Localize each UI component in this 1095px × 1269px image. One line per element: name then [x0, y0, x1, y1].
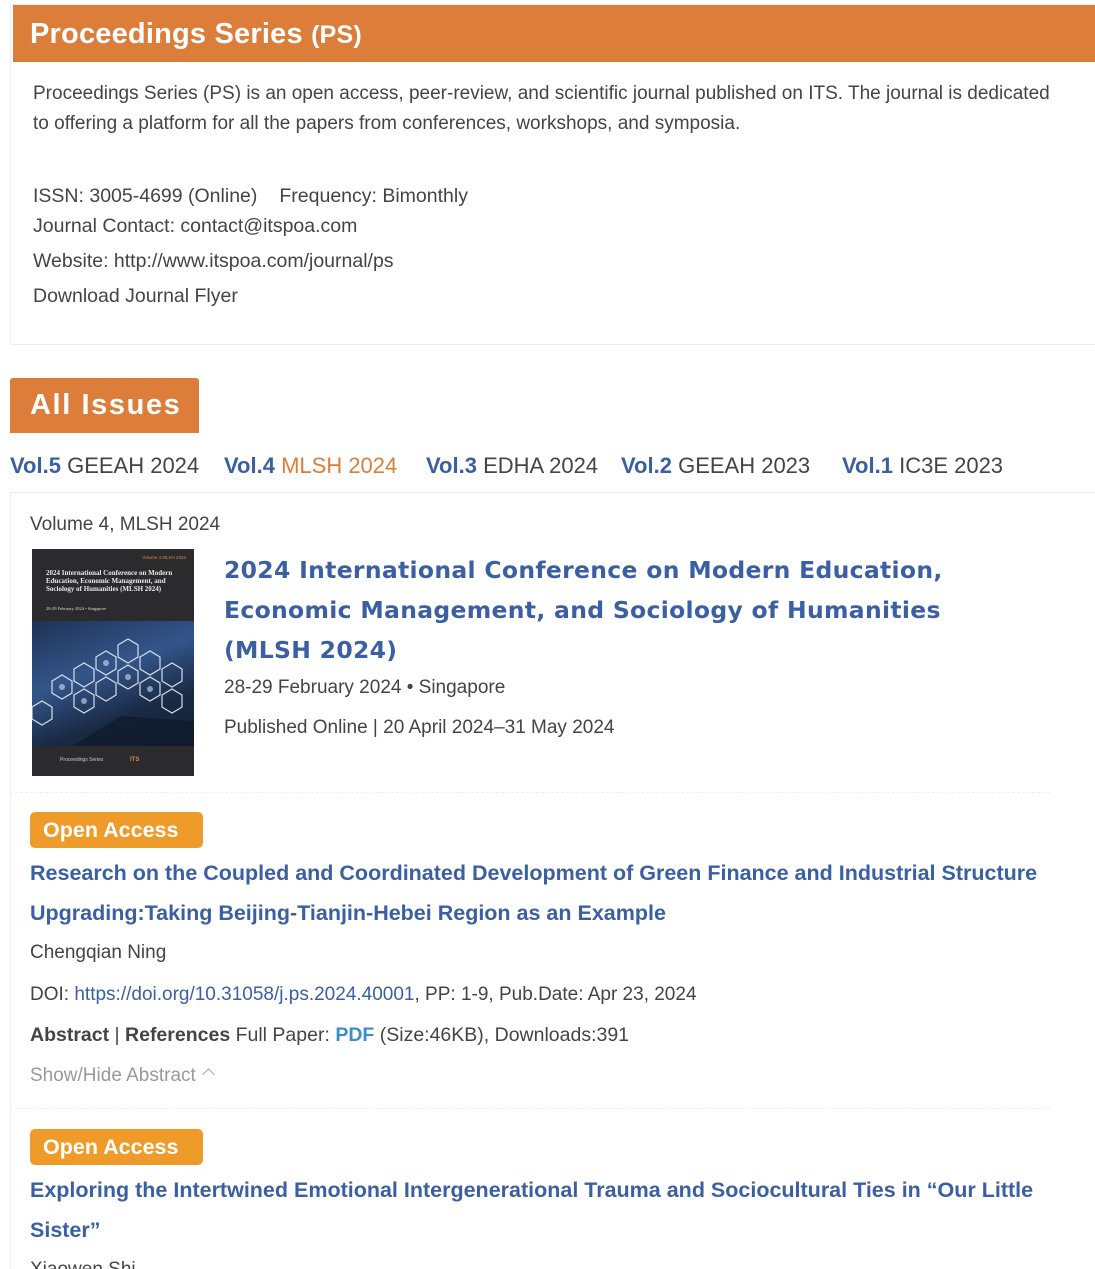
journal-frequency: Frequency: Bimonthly [279, 185, 468, 207]
cover-logo-its: ITS [130, 757, 140, 763]
volume-cover-image[interactable]: Volume 4 MLSH 2024 2024 International Co… [32, 549, 194, 776]
article-author: Chengqian Ning [30, 942, 167, 963]
cover-title: 2024 International Conference on Modern … [46, 569, 173, 593]
pdf-link[interactable]: PDF [335, 1024, 374, 1046]
journal-contact[interactable]: Journal Contact: contact@itspoa.com [33, 215, 357, 238]
open-access-badge: Open Access [30, 1129, 203, 1165]
volume-link-5[interactable]: Vol.5 GEEAH 2024 [10, 453, 199, 479]
cover-top-text: Volume 4 MLSH 2024 [142, 555, 186, 560]
cover-footer [32, 746, 194, 776]
journal-description: Proceedings Series (PS) is an open acces… [33, 83, 1050, 134]
show-hide-abstract-toggle[interactable]: Show/Hide Abstract [30, 1065, 215, 1087]
cover-illustration [32, 621, 194, 746]
divider [10, 792, 1050, 793]
article-title[interactable]: Exploring the Intertwined Emotional Inte… [30, 1170, 1040, 1250]
cover-date: 28-29 February 2024 • Singapore [46, 606, 107, 611]
open-access-badge: Open Access [30, 812, 203, 848]
conference-date-location: 28-29 February 2024 • Singapore [224, 677, 506, 698]
divider [10, 1108, 1050, 1109]
chevron-up-icon [201, 1068, 215, 1081]
cover-logo-proceedings: Proceedings Series [60, 757, 104, 763]
journal-title: Proceedings Series (PS) [30, 18, 362, 50]
article-title[interactable]: Research on the Coupled and Coordinated … [30, 853, 1040, 933]
volume-link-3[interactable]: Vol.3 EDHA 2024 [426, 453, 598, 479]
hexagon-network-icon [32, 638, 194, 746]
volume-link-4[interactable]: Vol.4 MLSH 2024 [224, 453, 397, 479]
references-link[interactable]: References [125, 1024, 230, 1046]
all-issues-tab[interactable]: All Issues [10, 378, 199, 433]
journal-issn: ISSN: 3005-4699 (Online) [33, 185, 258, 207]
article-doi-line: DOI: https://doi.org/10.31058/j.ps.2024.… [30, 984, 697, 1005]
abstract-link[interactable]: Abstract [30, 1024, 109, 1046]
volume-link-1[interactable]: Vol.1 IC3E 2023 [842, 453, 1003, 479]
journal-header: Proceedings Series (PS) [13, 5, 1095, 62]
doi-link[interactable]: https://doi.org/10.31058/j.ps.2024.40001 [74, 984, 414, 1005]
volume-link-2[interactable]: Vol.2 GEEAH 2023 [621, 453, 810, 479]
journal-website[interactable]: Website: http://www.itspoa.com/journal/p… [33, 250, 394, 273]
volume-label: Volume 4, MLSH 2024 [30, 514, 221, 535]
conference-published-online: Published Online | 20 April 2024–31 May … [224, 717, 615, 738]
download-flyer-link[interactable]: Download Journal Flyer [33, 285, 238, 308]
article-author: Xiaowen Shi [30, 1259, 136, 1269]
journal-issn-frequency: ISSN: 3005-4699 (Online) Frequency: Bimon… [33, 185, 468, 208]
article-links: Abstract | References Full Paper: PDF (S… [30, 1024, 630, 1046]
conference-title[interactable]: 2024 International Conference on Modern … [224, 550, 1024, 670]
